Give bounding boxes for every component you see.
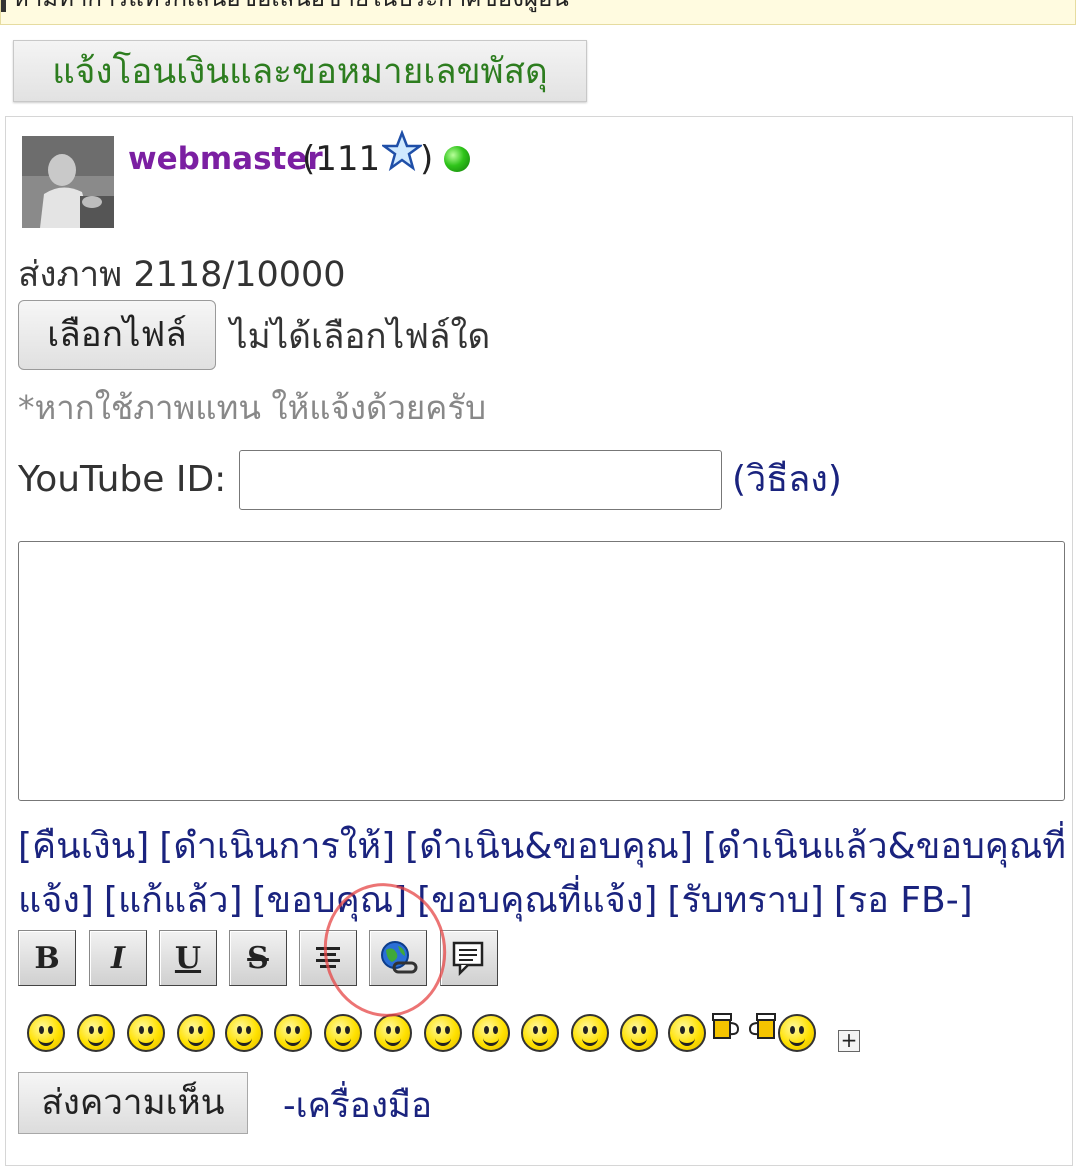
choose-file-button[interactable]: เลือกไฟล์ <box>18 300 216 370</box>
beer-emoji-icon[interactable] <box>668 1014 706 1052</box>
cool-emoji-icon[interactable] <box>177 1014 215 1052</box>
quick-reply-list: [คืนเงิน] [ดำเนินการให้] [ดำเนิน&ขอบคุณ] [ด… <box>18 820 1068 928</box>
underline-icon: U <box>174 940 202 976</box>
globe-link-icon <box>381 941 418 974</box>
strikethrough-button[interactable]: S <box>229 930 287 986</box>
notice-banner: ห้ามทำการแทรกเสนอซื้อเสนอขายในประกาศของผ… <box>0 0 1076 25</box>
avatar-photo <box>22 136 114 228</box>
quick-reply-thanks-report[interactable]: [ขอบคุณที่แจ้ง] <box>417 880 657 921</box>
italic-icon: I <box>110 940 126 976</box>
strikethrough-icon: S <box>247 940 269 976</box>
comment-textarea[interactable] <box>18 541 1065 801</box>
heart-eyes-emoji-icon[interactable] <box>274 1014 312 1052</box>
shock-emoji-icon[interactable] <box>424 1014 462 1052</box>
notice-text: ห้ามทำการแทรกเสนอซื้อเสนอขายในประกาศของผ… <box>13 0 569 12</box>
youtube-howto-link[interactable]: (วิธีลง) <box>732 457 842 503</box>
cry-emoji-icon[interactable] <box>571 1014 609 1052</box>
laugh-emoji-icon[interactable] <box>127 1014 165 1052</box>
confused-emoji-icon[interactable] <box>620 1014 658 1052</box>
neutral-emoji-icon[interactable] <box>324 1014 362 1052</box>
underline-button[interactable]: U <box>159 930 217 986</box>
align-center-icon <box>316 947 340 968</box>
username-link[interactable]: webmaster <box>128 138 323 180</box>
happy-emoji-icon[interactable] <box>472 1014 510 1052</box>
quick-reply-process-thanks[interactable]: [ดำเนิน&ขอบคุณ] <box>405 826 693 867</box>
star-icon <box>382 130 422 172</box>
quick-reply-wait-fb[interactable]: [รอ FB-] <box>834 880 973 921</box>
bold-button[interactable]: B <box>18 930 76 986</box>
quick-reply-acknowledged[interactable]: [รับทราบ] <box>667 880 823 921</box>
cheers-emoji-icon[interactable] <box>778 1014 816 1052</box>
transfer-notify-button[interactable]: แจ้งโอนเงินและขอหมายเลขพัสดุ <box>13 40 587 102</box>
more-emoji-button[interactable]: + <box>838 1030 860 1052</box>
tools-link[interactable]: -เครื่องมือ <box>283 1083 432 1129</box>
sad-emoji-icon[interactable] <box>521 1014 559 1052</box>
quick-reply-processing[interactable]: [ดำเนินการให้] <box>159 826 395 867</box>
smile-emoji-icon[interactable] <box>27 1014 65 1052</box>
no-file-text: ไม่ได้เลือกไฟล์ใด <box>230 317 491 357</box>
italic-button[interactable]: I <box>89 930 147 986</box>
quick-reply-thanks[interactable]: [ขอบคุณ] <box>253 880 408 921</box>
upload-hint: *หากใช้ภาพแทน ให้แจ้งด้วยครับ <box>18 388 487 427</box>
blush-emoji-icon[interactable] <box>225 1014 263 1052</box>
youtube-id-input[interactable] <box>239 450 722 510</box>
submit-comment-button[interactable]: ส่งความเห็น <box>18 1072 248 1134</box>
align-center-button[interactable] <box>299 930 357 986</box>
quick-reply-fixed[interactable]: [แก้แล้ว] <box>104 880 243 921</box>
beer-mug-left-icon <box>748 1013 776 1039</box>
notice-marker <box>1 0 6 12</box>
avatar <box>22 136 114 228</box>
online-status-icon <box>444 146 470 172</box>
quote-button[interactable] <box>440 930 498 986</box>
youtube-label: YouTube ID: <box>18 459 227 500</box>
grin-emoji-icon[interactable] <box>77 1014 115 1052</box>
user-score: (111 <box>302 139 381 179</box>
quick-reply-refund[interactable]: [คืนเงิน] <box>18 826 149 867</box>
user-score-close: ) <box>420 139 434 179</box>
insert-link-button[interactable] <box>369 930 427 986</box>
upload-count: ส่งภาพ 2118/10000 <box>18 255 346 295</box>
quote-icon <box>452 941 484 977</box>
beer-mug-icon <box>712 1013 740 1039</box>
tongue-emoji-icon[interactable] <box>374 1014 412 1052</box>
bold-icon: B <box>34 940 60 976</box>
